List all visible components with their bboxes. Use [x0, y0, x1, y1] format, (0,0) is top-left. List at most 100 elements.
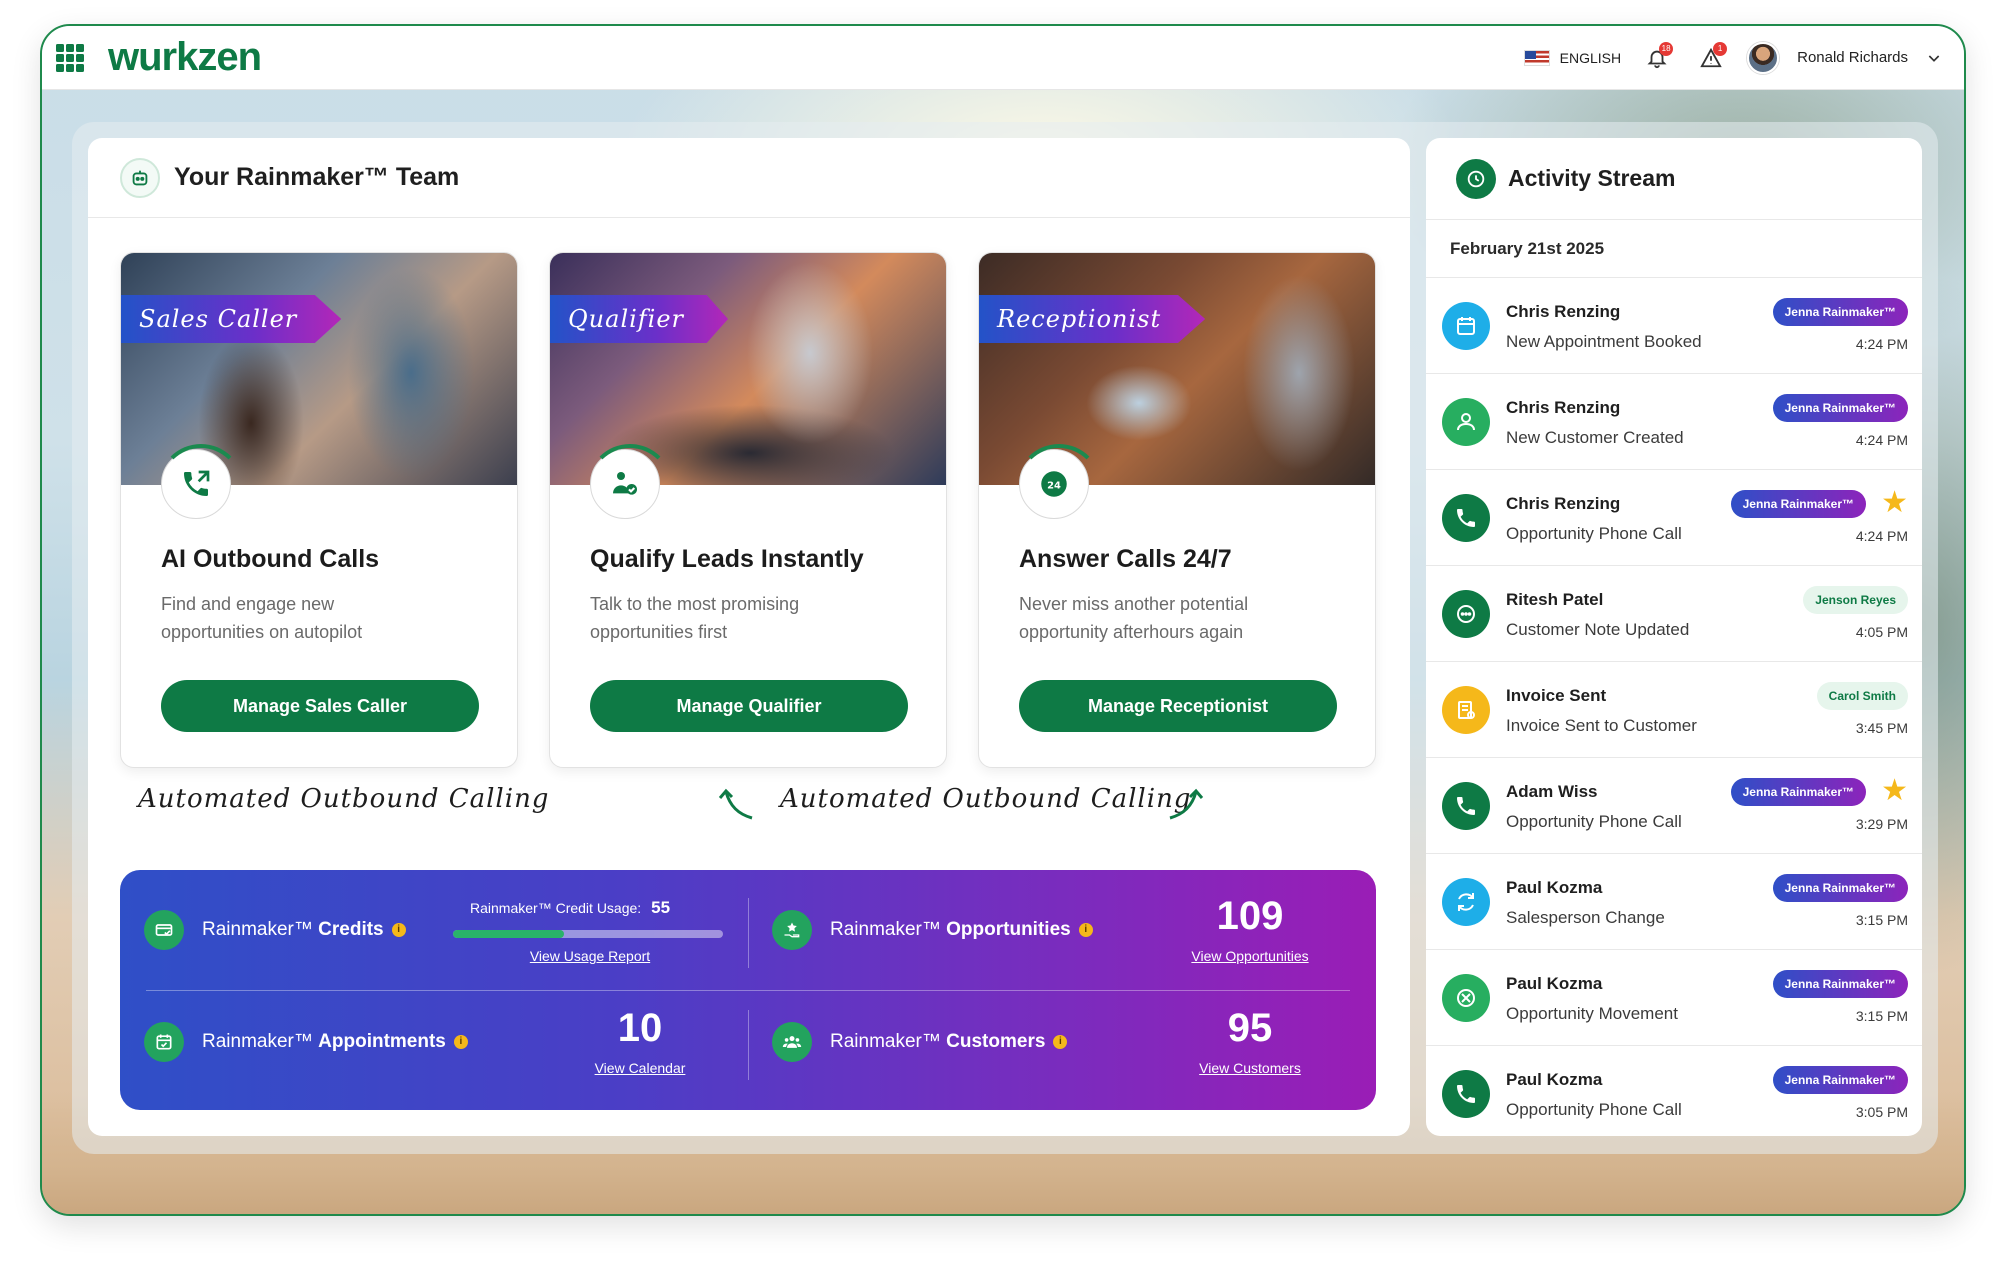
qualifier-image: Qualifier	[550, 253, 946, 519]
activity-name: Paul Kozma	[1506, 878, 1603, 897]
info-icon[interactable]: i	[1053, 1034, 1068, 1049]
activity-item[interactable]: Invoice Sent Invoice Sent to Customer Caro…	[1426, 662, 1922, 758]
activity-item[interactable]: Chris Renzing New Customer Created Jenna R…	[1426, 374, 1922, 470]
activity-item[interactable]: Chris Renzing Opportunity Phone Call Jenna…	[1426, 470, 1922, 566]
view-calendar-link[interactable]: View Calendar	[580, 1060, 700, 1076]
credits-label-bold: Credits	[318, 919, 384, 940]
activity-header: Activity Stream	[1426, 138, 1922, 220]
curved-arrow-icon	[718, 788, 753, 820]
activity-name: Ritesh Patel	[1506, 590, 1604, 609]
assignee-tag[interactable]: Jenna Rainmaker™	[1730, 778, 1866, 806]
activity-time: 4:24 PM	[1855, 528, 1908, 544]
credits-stat: Rainmaker™ Credits i	[144, 910, 406, 950]
credit-usage-label: Rainmaker™ Credit Usage: 55	[470, 898, 670, 918]
info-icon[interactable]: i	[391, 922, 406, 937]
calendar-check-icon	[144, 1022, 184, 1062]
activity-date: February 21st 2025	[1426, 220, 1922, 278]
activity-item[interactable]: Adam Wiss Opportunity Phone Call Jenna Rai…	[1426, 758, 1922, 854]
credit-usage-text: Rainmaker™ Credit Usage:	[470, 900, 642, 916]
assignee-tag[interactable]: Jenna Rainmaker™	[1772, 298, 1908, 326]
manage-qualifier-button[interactable]: Manage Qualifier	[590, 680, 908, 732]
opportunities-label-bold: Opportunities	[946, 919, 1071, 940]
activity-item[interactable]: Paul Kozma Salesperson Change Jenna Rainma…	[1426, 854, 1922, 950]
info-icon[interactable]: i	[1078, 922, 1093, 937]
star-icon[interactable]: ★	[1881, 488, 1908, 518]
credit-usage-bar	[453, 930, 723, 938]
robot-icon	[120, 157, 160, 198]
us-flag-icon[interactable]	[1523, 49, 1550, 66]
info-icon[interactable]: i	[453, 1034, 468, 1049]
panel-title: Your Rainmaker™ Team	[174, 163, 460, 191]
activity-time: 3:15 PM	[1855, 1008, 1908, 1024]
user-check-icon	[590, 449, 660, 519]
activity-description: Invoice Sent to Customer	[1506, 716, 1697, 735]
view-opportunities-link[interactable]: View Opportunities	[1170, 948, 1330, 964]
user-name[interactable]: Ronald Richards	[1797, 49, 1908, 66]
assignee-tag[interactable]: Jenson Reyes	[1803, 586, 1908, 614]
card-title: AI Outbound Calls	[161, 545, 380, 573]
phone-incoming-icon	[1442, 494, 1490, 542]
activity-time: 4:24 PM	[1855, 336, 1908, 352]
script-label: Automated Outbound Calling	[780, 784, 1192, 814]
appointments-stat: Rainmaker™ Appointments i	[144, 1022, 468, 1062]
notifications-badge: 18	[1659, 41, 1674, 56]
credit-usage-fill	[453, 930, 564, 938]
card-tag: Receptionist	[979, 295, 1206, 343]
star-icon[interactable]: ★	[1881, 776, 1908, 806]
card-description-line: opportunities on autopilot	[161, 622, 363, 642]
activity-description: New Customer Created	[1506, 428, 1684, 447]
appointments-label-prefix: Rainmaker™	[202, 1031, 313, 1052]
activity-item[interactable]: Ritesh Patel Customer Note Updated Jenson …	[1426, 566, 1922, 662]
assignee-tag[interactable]: Jenna Rainmaker™	[1772, 1066, 1908, 1094]
activity-time: 3:29 PM	[1855, 816, 1908, 832]
manage-sales-caller-button[interactable]: Manage Sales Caller	[161, 680, 479, 732]
app-grid-icon[interactable]	[56, 43, 84, 72]
activity-name: Chris Renzing	[1506, 302, 1621, 321]
assignee-tag[interactable]: Jenna Rainmaker™	[1772, 970, 1908, 998]
view-customers-link[interactable]: View Customers	[1170, 1060, 1330, 1076]
rainmaker-team-panel: Your Rainmaker™ Team Sales Caller AI Out…	[88, 138, 1410, 1136]
assignee-tag[interactable]: Jenna Rainmaker™	[1772, 394, 1908, 422]
notifications-button[interactable]: 18	[1639, 40, 1675, 76]
language-selector[interactable]: ENGLISH	[1560, 50, 1621, 66]
invoice-icon	[1442, 686, 1490, 734]
credits-label: Rainmaker™ Credits i	[202, 919, 406, 941]
activity-description: Customer Note Updated	[1506, 620, 1690, 639]
customers-label-prefix: Rainmaker™	[830, 1031, 941, 1052]
activity-item[interactable]: Chris Renzing New Appointment Booked Jenna…	[1426, 278, 1922, 374]
customers-label-bold: Customers	[946, 1031, 1046, 1052]
activity-stream-panel: Activity Stream February 21st 2025 Chris…	[1426, 138, 1922, 1136]
script-label: Automated Outbound Calling	[138, 784, 550, 814]
wurkzen-logo[interactable]: wurkzen	[108, 35, 262, 80]
phone-incoming-icon	[1442, 1070, 1490, 1118]
card-description-line: Find and engage new	[161, 594, 335, 614]
refresh-icon	[1442, 878, 1490, 926]
assignee-tag[interactable]: Jenna Rainmaker™	[1730, 490, 1866, 518]
activity-description: Salesperson Change	[1506, 908, 1665, 927]
appointments-label: Rainmaker™ Appointments i	[202, 1031, 468, 1053]
view-usage-report-link[interactable]: View Usage Report	[510, 948, 670, 964]
activity-item[interactable]: Paul Kozma Opportunity Movement Jenna Rain…	[1426, 950, 1922, 1046]
opportunities-label-prefix: Rainmaker™	[830, 919, 941, 940]
user-avatar[interactable]	[1747, 41, 1780, 74]
group-icon	[772, 1022, 812, 1062]
credits-label-prefix: Rainmaker™	[202, 919, 313, 940]
activity-title: Activity Stream	[1508, 165, 1676, 191]
app-window: wurkzen ENGLISH 18 1 Ronald Richards You…	[40, 24, 1966, 1216]
alerts-button[interactable]: 1	[1693, 40, 1729, 76]
appointments-count: 10	[617, 1006, 663, 1050]
activity-name: Paul Kozma	[1506, 1070, 1603, 1089]
assignee-tag[interactable]: Carol Smith	[1816, 682, 1908, 710]
phone-incoming-icon	[1442, 782, 1490, 830]
manage-receptionist-button[interactable]: Manage Receptionist	[1019, 680, 1337, 732]
chevron-down-icon[interactable]	[1926, 50, 1942, 66]
receptionist-image: Receptionist 24	[979, 253, 1375, 519]
activity-item[interactable]: Paul Kozma Opportunity Phone Call Jenna Ra…	[1426, 1046, 1922, 1136]
assignee-tag[interactable]: Jenna Rainmaker™	[1772, 874, 1908, 902]
top-bar: wurkzen ENGLISH 18 1 Ronald Richards	[42, 26, 1964, 90]
hand-star-icon	[772, 910, 812, 950]
panel-header: Your Rainmaker™ Team	[88, 138, 1410, 218]
qualifier-card: Qualifier Qualify Leads Instantly Talk t…	[549, 252, 947, 768]
activity-description: Opportunity Phone Call	[1506, 1100, 1682, 1119]
phone-24-7-icon: 24	[1019, 449, 1089, 519]
